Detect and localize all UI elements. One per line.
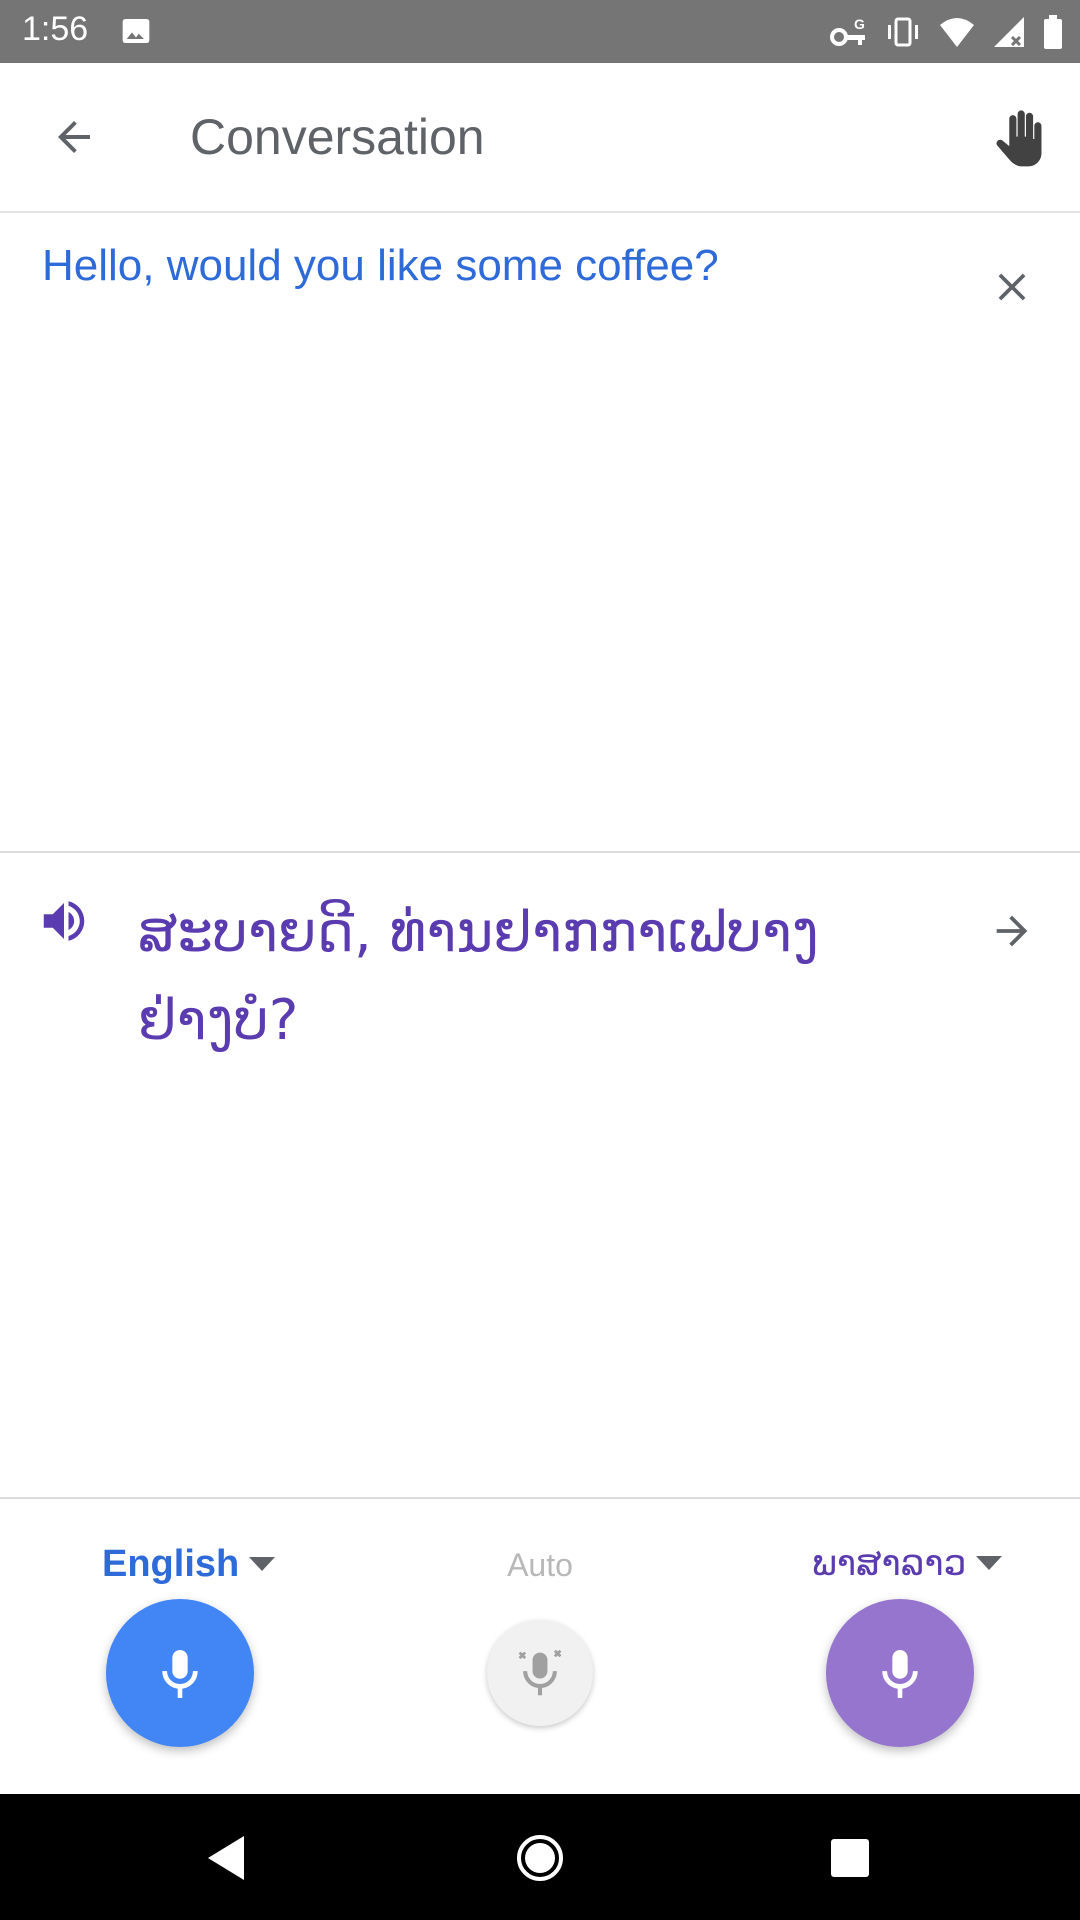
vpn-key-icon: G (830, 15, 868, 49)
right-language-selector[interactable]: ພາສາລາວ (812, 1543, 1003, 1584)
right-language-label: ພາສາລາວ (812, 1543, 967, 1584)
status-time: 1:56 (22, 10, 89, 48)
forward-button[interactable] (974, 893, 1050, 969)
status-icons: G (830, 12, 1064, 52)
arrow-forward-icon (996, 915, 1028, 947)
square-recents-icon (831, 1839, 869, 1877)
page-title: Conversation (190, 109, 485, 165)
app-bar: Conversation (0, 63, 1080, 213)
svg-text:G: G (854, 16, 865, 32)
nav-home-button[interactable] (500, 1826, 580, 1890)
mic-icon (882, 1650, 918, 1698)
right-mic-button[interactable] (826, 1599, 974, 1747)
nav-recents-button[interactable] (810, 1826, 890, 1890)
speak-button[interactable] (32, 889, 96, 953)
left-mic-button[interactable] (106, 1599, 254, 1747)
vibrate-icon (884, 15, 922, 49)
circle-home-icon (517, 1835, 563, 1881)
bottom-controls: English Auto ພາສາລາວ (0, 1499, 1080, 1794)
navigation-bar (0, 1794, 1080, 1920)
target-text: ສະບາຍດີ, ທ່ານຢາກກາເຟບາງຢ່າງບໍ? (138, 900, 819, 1053)
signal-icon (992, 15, 1026, 49)
dropdown-arrow-icon (976, 1555, 1003, 1570)
mic-icon (162, 1650, 198, 1698)
clear-button[interactable] (974, 249, 1050, 325)
hand-icon (996, 110, 1042, 167)
auto-mic-button[interactable] (487, 1620, 593, 1726)
triangle-back-icon (208, 1836, 244, 1880)
wifi-icon (938, 15, 976, 49)
volume-icon (43, 901, 85, 941)
status-bar: 1:56 G (0, 0, 1080, 63)
nav-back-button[interactable] (186, 1826, 266, 1890)
close-icon (998, 273, 1026, 301)
source-text: Hello, would you like some coffee? (42, 241, 719, 290)
hand-button[interactable] (982, 101, 1058, 177)
battery-icon (1042, 14, 1064, 50)
auto-mic-icon (518, 1649, 562, 1696)
back-button[interactable] (36, 105, 112, 169)
target-panel: ສະບາຍດີ, ທ່ານຢາກກາເຟບາງຢ່າງບໍ? (0, 853, 1080, 1497)
image-icon (120, 15, 152, 52)
arrow-back-icon (58, 121, 90, 153)
source-panel: Hello, would you like some coffee? (0, 213, 1080, 851)
